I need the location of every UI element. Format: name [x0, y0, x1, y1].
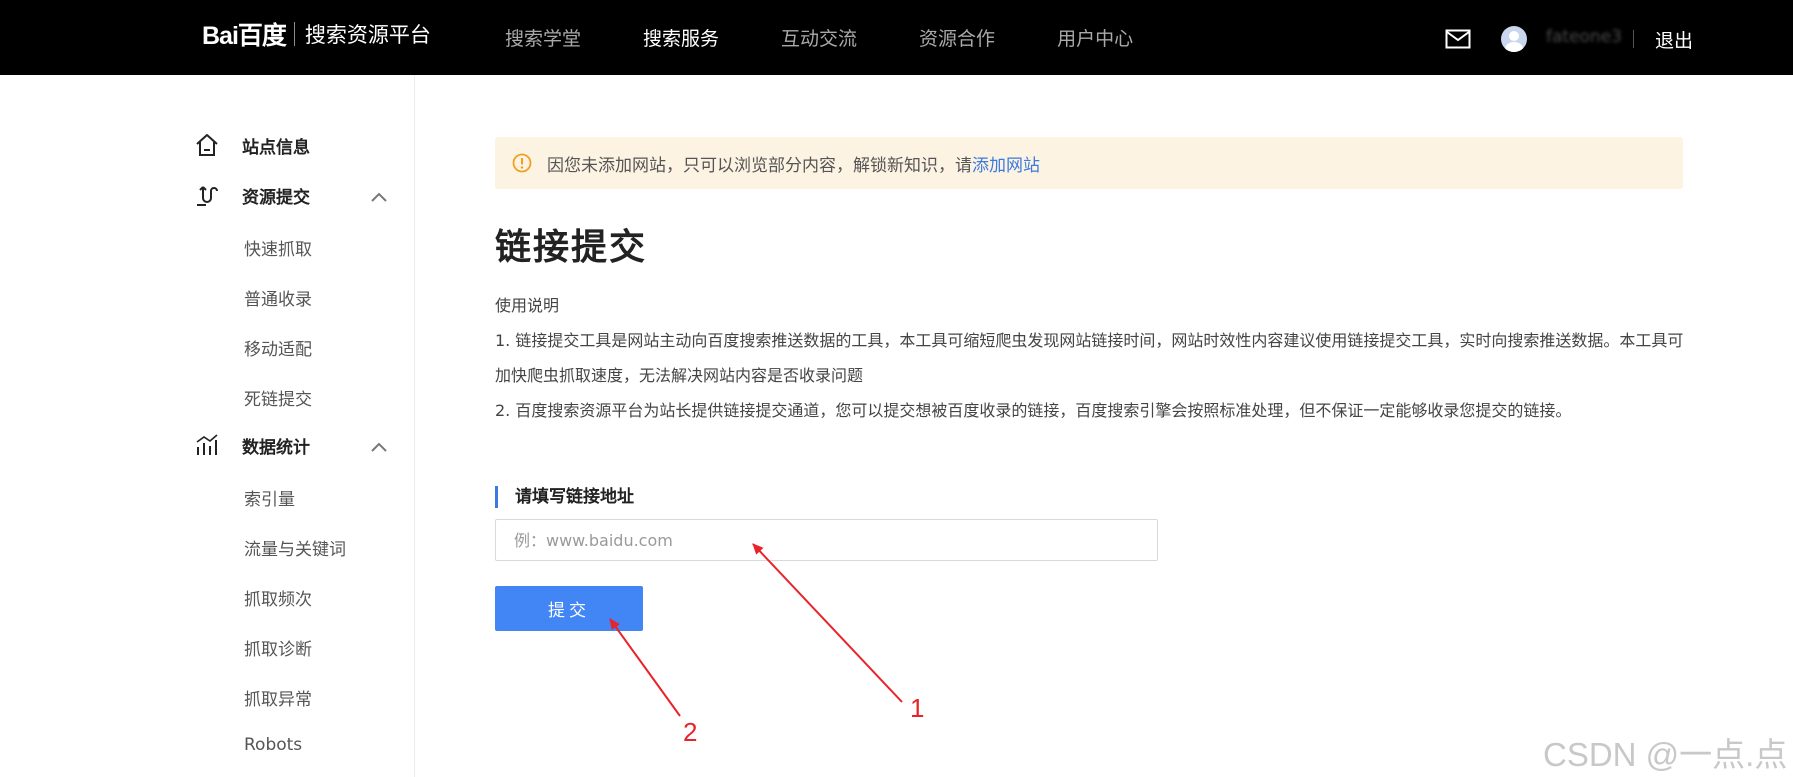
sidebar-item-dead-link[interactable]: 死链提交 — [244, 385, 312, 410]
sidebar-label-data-stats: 数据统计 — [242, 437, 310, 458]
sidebar-item-mobile-adapt[interactable]: 移动适配 — [244, 335, 312, 360]
sidebar-item-crawl-diagnosis[interactable]: 抓取诊断 — [244, 635, 312, 660]
page-title: 链接提交 — [495, 227, 648, 268]
mail-icon[interactable] — [1445, 29, 1471, 49]
sidebar-item-crawl-frequency[interactable]: 抓取频次 — [244, 585, 312, 610]
usage-point-2: 2. 百度搜索资源平台为站长提供链接提交通道，您可以提交想被百度收录的链接，百度… — [495, 401, 1572, 420]
chevron-up-icon[interactable] — [370, 441, 388, 453]
annotation-number-1: 1 — [910, 693, 925, 723]
sidebar-item-index-count[interactable]: 索引量 — [244, 485, 295, 510]
annotation-arrow-1 — [752, 543, 903, 703]
nav-item-user-center[interactable]: 用户中心 — [1057, 24, 1133, 51]
annotation-arrow-2 — [609, 618, 681, 717]
nav-item-resource-cooperation[interactable]: 资源合作 — [919, 24, 995, 51]
usage-heading: 使用说明 — [495, 296, 560, 315]
username[interactable]: fateone3 — [1546, 27, 1622, 47]
add-site-link[interactable]: 添加网站 — [972, 151, 1040, 176]
sidebar: 站点信息 资源提交 快速抓取 普通收录 移动适配 死链提交 数据统计 索引量 流… — [0, 75, 415, 777]
avatar-icon[interactable] — [1501, 26, 1527, 52]
chart-icon — [196, 434, 218, 455]
add-site-alert: 因您未添加网站，只可以浏览部分内容，解锁新知识，请 添加网站 — [495, 137, 1683, 189]
watermark: CSDN @一点.点 — [1543, 736, 1788, 773]
chevron-up-icon[interactable] — [370, 191, 388, 203]
submit-button[interactable]: 提交 — [495, 586, 643, 631]
sidebar-group-data-stats[interactable]: 数据统计 — [194, 432, 310, 458]
sidebar-item-traffic-keywords[interactable]: 流量与关键词 — [244, 535, 346, 560]
annotation-number-2: 2 — [683, 717, 698, 747]
home-icon — [196, 134, 218, 156]
sidebar-label-resource-submit: 资源提交 — [242, 187, 310, 208]
usage-point-1: 1. 链接提交工具是网站主动向百度搜索推送数据的工具，本工具可缩短爬虫发现网站链… — [495, 331, 1684, 385]
sidebar-item-quick-crawl[interactable]: 快速抓取 — [244, 235, 312, 260]
warning-icon — [512, 153, 532, 173]
sidebar-label-site-info: 站点信息 — [242, 137, 310, 158]
logo-wordmark: Bai百度 — [202, 22, 287, 50]
top-navigation-bar: Bai百度 搜索资源平台 搜索学堂 搜索服务 互动交流 资源合作 用户中心 fa… — [0, 0, 1793, 75]
main-nav: 搜索学堂 搜索服务 互动交流 资源合作 用户中心 — [505, 0, 1195, 75]
header-divider — [1633, 30, 1634, 48]
logout-link[interactable]: 退出 — [1655, 26, 1693, 53]
logo-divider — [293, 22, 295, 46]
nav-item-search-service[interactable]: 搜索服务 — [643, 24, 719, 51]
sidebar-item-crawl-errors[interactable]: 抓取异常 — [244, 685, 312, 710]
usage-description: 使用说明 1. 链接提交工具是网站主动向百度搜索推送数据的工具，本工具可缩短爬虫… — [495, 288, 1695, 428]
sidebar-group-resource-submit[interactable]: 资源提交 — [194, 182, 310, 208]
logo-subtitle: 搜索资源平台 — [304, 23, 431, 47]
baidu-logo[interactable]: Bai百度 搜索资源平台 — [202, 16, 431, 52]
link-form-label: 请填写链接地址 — [495, 486, 634, 508]
hook-icon — [197, 186, 218, 206]
sidebar-item-site-info[interactable]: 站点信息 — [194, 132, 310, 158]
alert-text: 因您未添加网站，只可以浏览部分内容，解锁新知识，请 — [547, 155, 972, 176]
sidebar-item-normal-index[interactable]: 普通收录 — [244, 285, 312, 310]
url-input[interactable] — [495, 519, 1158, 561]
nav-item-search-academy[interactable]: 搜索学堂 — [505, 24, 581, 51]
sidebar-item-robots[interactable]: Robots — [244, 735, 302, 755]
nav-item-interaction[interactable]: 互动交流 — [781, 24, 857, 51]
